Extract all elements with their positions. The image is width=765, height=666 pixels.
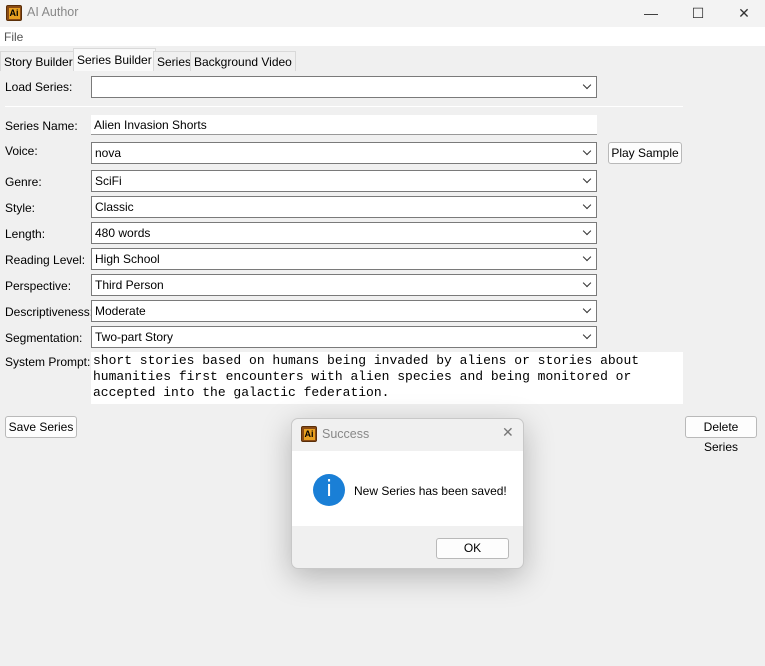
title-bar: Ai AI Author — ☐ ✕ xyxy=(0,0,765,27)
dialog-message: New Series has been saved! xyxy=(354,484,507,498)
segmentation-select[interactable]: Two-part Story xyxy=(91,326,597,348)
app-icon: Ai xyxy=(6,5,22,21)
close-button[interactable]: ✕ xyxy=(721,0,765,27)
tab-story-builder[interactable]: Story Builder xyxy=(0,51,77,71)
load-series-label: Load Series: xyxy=(5,80,73,94)
perspective-label: Perspective: xyxy=(5,279,72,293)
window-title: AI Author xyxy=(27,5,79,19)
dialog-close-button[interactable]: ✕ xyxy=(502,424,514,441)
save-series-button[interactable]: Save Series xyxy=(5,416,77,438)
dialog-title: Success xyxy=(322,427,370,441)
minimize-button[interactable]: — xyxy=(628,0,674,27)
length-label: Length: xyxy=(5,227,46,241)
menu-file[interactable]: File xyxy=(4,30,23,44)
system-prompt-label: System Prompt: xyxy=(5,355,91,369)
descriptiveness-select[interactable]: Moderate xyxy=(91,300,597,322)
success-dialog: Ai Success ✕ i New Series has been saved… xyxy=(291,418,524,569)
ok-button[interactable]: OK xyxy=(436,538,509,559)
genre-select[interactable]: SciFi xyxy=(91,170,597,192)
tab-series[interactable]: Series xyxy=(153,51,196,71)
segmentation-label: Segmentation: xyxy=(5,331,83,345)
descriptiveness-label: Descriptiveness: xyxy=(5,305,94,319)
length-select[interactable]: 480 words xyxy=(91,222,597,244)
voice-select[interactable]: nova xyxy=(91,142,597,164)
style-label: Style: xyxy=(5,201,36,215)
reading-level-label: Reading Level: xyxy=(5,253,86,267)
load-series-select[interactable] xyxy=(91,76,597,98)
reading-level-select[interactable]: High School xyxy=(91,248,597,270)
genre-label: Genre: xyxy=(5,175,42,189)
perspective-select[interactable]: Third Person xyxy=(91,274,597,296)
series-name-label: Series Name: xyxy=(5,119,78,133)
system-prompt-textarea[interactable]: short stories based on humans being inva… xyxy=(91,352,683,404)
voice-label: Voice: xyxy=(5,144,38,158)
series-name-input[interactable]: Alien Invasion Shorts xyxy=(91,115,597,135)
style-select[interactable]: Classic xyxy=(91,196,597,218)
dialog-body: i New Series has been saved! xyxy=(292,451,523,526)
tab-series-builder[interactable]: Series Builder xyxy=(73,48,156,71)
tab-background-video[interactable]: Background Video xyxy=(190,51,296,71)
app-icon: Ai xyxy=(301,426,317,442)
delete-series-button[interactable]: Delete Series xyxy=(685,416,757,454)
separator xyxy=(5,106,683,107)
menu-bar: File xyxy=(0,27,765,46)
play-sample-button[interactable]: Play Sample xyxy=(608,142,682,164)
info-icon: i xyxy=(313,474,345,506)
maximize-button[interactable]: ☐ xyxy=(675,0,721,27)
